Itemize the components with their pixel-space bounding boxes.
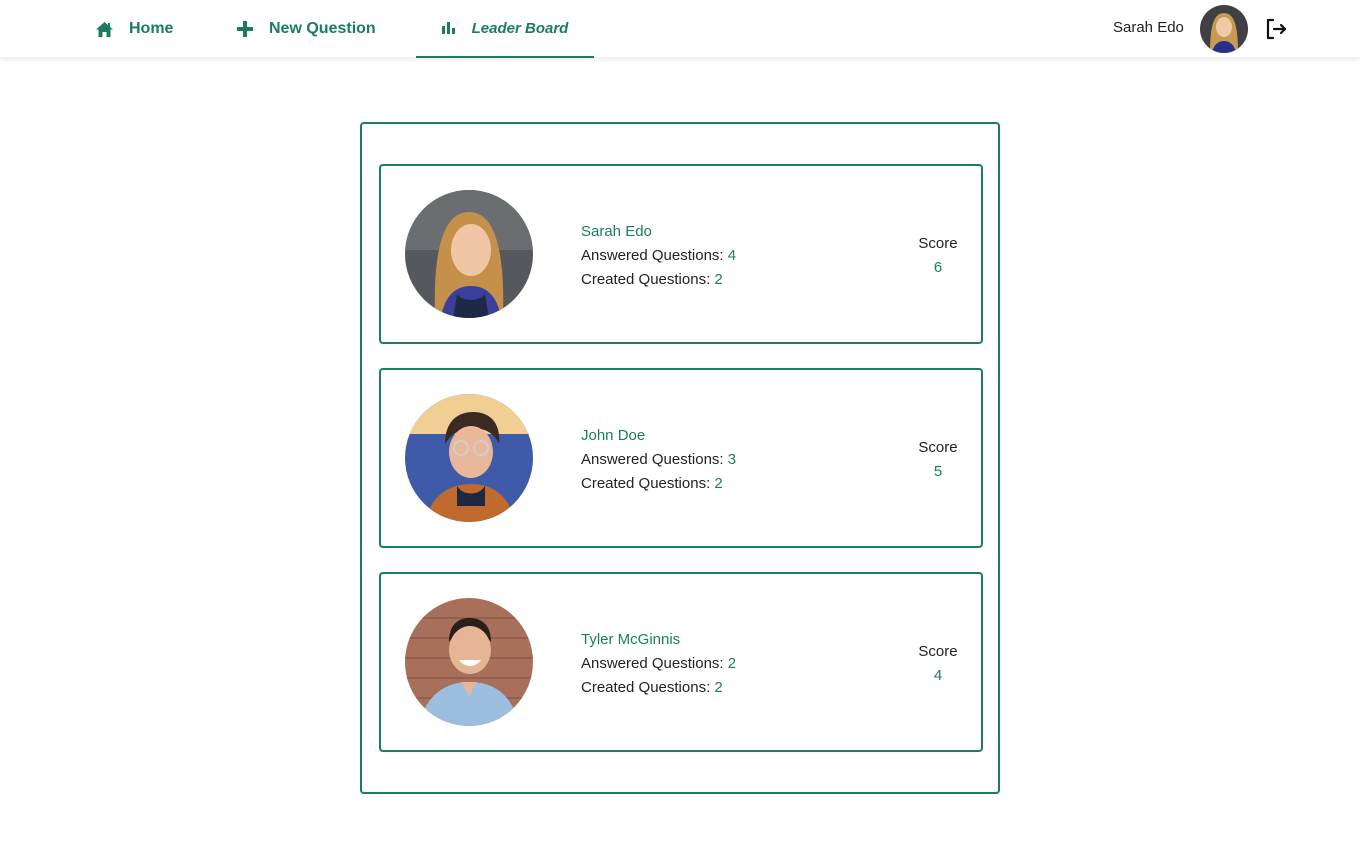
avatar bbox=[405, 394, 533, 522]
answered-questions: Answered Questions: 2 bbox=[581, 652, 736, 676]
score-value: 4 bbox=[933, 667, 943, 684]
user-name: Tyler McGinnis bbox=[581, 631, 681, 648]
score-value: 5 bbox=[933, 463, 943, 480]
nav-new-question-label: New Question bbox=[269, 20, 376, 37]
leaderboard-card: Sarah Edo Answered Questions: 4 Created … bbox=[379, 164, 983, 344]
answered-questions: Answered Questions: 3 bbox=[581, 448, 736, 472]
created-label: Created Questions: bbox=[581, 271, 715, 288]
answered-count: 3 bbox=[727, 451, 737, 468]
nav-home-label: Home bbox=[129, 20, 174, 37]
nav-leader-board-label: Leader Board bbox=[471, 19, 569, 37]
score-label: Score bbox=[918, 643, 958, 660]
answered-label: Answered Questions: bbox=[581, 247, 728, 264]
created-count: 2 bbox=[714, 271, 723, 288]
answered-count: 2 bbox=[727, 655, 737, 672]
top-navbar: Home New Question Leader Board Sarah Edo bbox=[0, 0, 1360, 58]
user-stats: John Doe Answered Questions: 3 Created Q… bbox=[581, 424, 736, 496]
answered-label: Answered Questions: bbox=[581, 655, 728, 672]
logout-icon[interactable] bbox=[1264, 17, 1288, 41]
user-stats: Sarah Edo Answered Questions: 4 Created … bbox=[581, 220, 736, 292]
created-questions: Created Questions: 2 bbox=[581, 268, 736, 292]
home-icon bbox=[96, 21, 113, 37]
leaderboard-card: Tyler McGinnis Answered Questions: 2 Cre… bbox=[379, 572, 983, 752]
plus-icon bbox=[237, 21, 253, 37]
created-label: Created Questions: bbox=[581, 475, 715, 492]
score-box: Score 6 bbox=[901, 232, 975, 280]
score-box: Score 5 bbox=[901, 436, 975, 484]
score-box: Score 4 bbox=[901, 640, 975, 688]
created-count: 2 bbox=[714, 475, 723, 492]
leaderboard-card: John Doe Answered Questions: 3 Created Q… bbox=[379, 368, 983, 548]
created-count: 2 bbox=[714, 679, 723, 696]
nav-new-question[interactable]: New Question bbox=[237, 0, 376, 58]
bar-chart-icon bbox=[441, 22, 456, 34]
answered-count: 4 bbox=[727, 247, 737, 264]
score-value: 6 bbox=[933, 259, 943, 276]
user-avatar[interactable] bbox=[1200, 5, 1248, 53]
avatar bbox=[405, 598, 533, 726]
user-name: John Doe bbox=[581, 427, 646, 444]
score-label: Score bbox=[918, 235, 958, 252]
leaderboard-panel: Sarah Edo Answered Questions: 4 Created … bbox=[360, 122, 1000, 794]
nav-home[interactable]: Home bbox=[96, 0, 173, 58]
created-label: Created Questions: bbox=[581, 679, 715, 696]
avatar bbox=[405, 190, 533, 318]
created-questions: Created Questions: 2 bbox=[581, 472, 736, 496]
created-questions: Created Questions: 2 bbox=[581, 676, 736, 700]
nav-leader-board[interactable]: Leader Board bbox=[416, 0, 594, 58]
user-name: Sarah Edo bbox=[581, 223, 652, 240]
current-user-name: Sarah Edo bbox=[1113, 19, 1184, 36]
answered-questions: Answered Questions: 4 bbox=[581, 244, 736, 268]
user-stats: Tyler McGinnis Answered Questions: 2 Cre… bbox=[581, 628, 736, 700]
score-label: Score bbox=[918, 439, 958, 456]
answered-label: Answered Questions: bbox=[581, 451, 728, 468]
